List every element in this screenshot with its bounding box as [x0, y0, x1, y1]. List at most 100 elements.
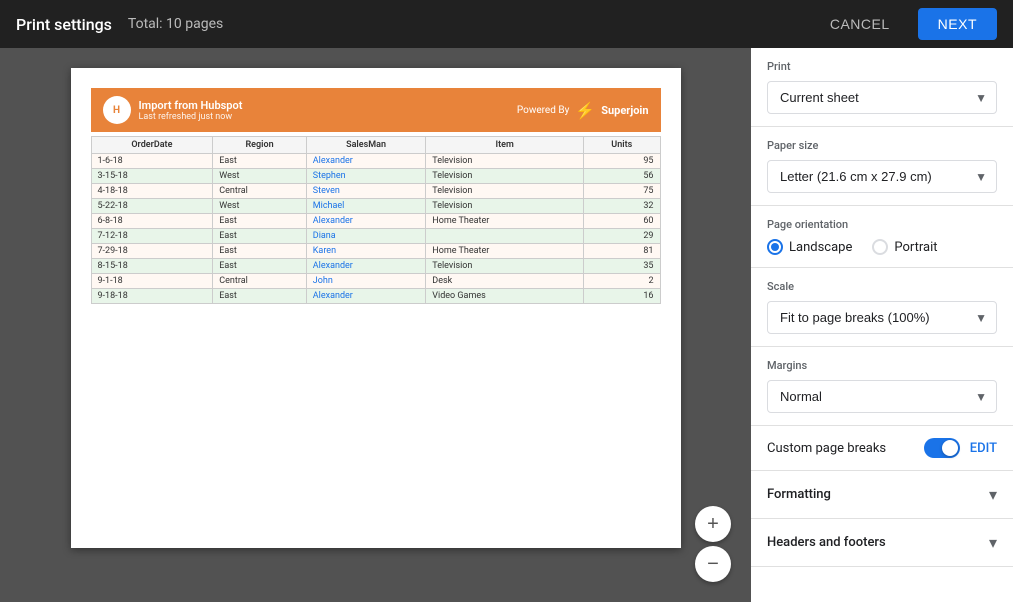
next-button[interactable]: NEXT [918, 8, 997, 40]
table-cell: West [213, 199, 307, 214]
print-label: Print [767, 60, 997, 73]
sheet-brand-info: Import from Hubspot Last refreshed just … [139, 99, 243, 122]
table-cell: Home Theater [426, 214, 584, 229]
paper-size-select-wrapper: Letter (21.6 cm x 27.9 cm) A4 (21 cm x 2… [767, 160, 997, 193]
page-subtitle: Total: 10 pages [128, 16, 223, 32]
table-cell: 2 [584, 274, 660, 289]
paper-size-section: Paper size Letter (21.6 cm x 27.9 cm) A4… [751, 127, 1013, 206]
headers-footers-title: Headers and footers [767, 535, 886, 550]
page-preview: H Import from Hubspot Last refreshed jus… [71, 68, 681, 548]
portrait-label: Portrait [894, 240, 937, 255]
table-cell: Video Games [426, 289, 584, 304]
table-cell: Desk [426, 274, 584, 289]
margins-section: Margins Normal Narrow Wide ▼ [751, 347, 1013, 426]
custom-page-breaks-row: Custom page breaks EDIT [751, 426, 1013, 471]
landscape-label: Landscape [789, 240, 852, 255]
margins-label: Margins [767, 359, 997, 372]
table-cell: 35 [584, 259, 660, 274]
landscape-radio[interactable] [767, 239, 783, 255]
sheet-brand: Import from Hubspot [139, 99, 243, 112]
table-cell: Home Theater [426, 244, 584, 259]
table-cell: 16 [584, 289, 660, 304]
table-cell: Alexander [306, 214, 426, 229]
col-units: Units [584, 137, 660, 154]
header: Print settings Total: 10 pages CANCEL NE… [0, 0, 1013, 48]
table-row: 9-18-18EastAlexanderVideo Games16 [91, 289, 660, 304]
table-cell: 9-18-18 [91, 289, 213, 304]
table-cell: 5-22-18 [91, 199, 213, 214]
table-cell: East [213, 214, 307, 229]
table-cell: Steven [306, 184, 426, 199]
table-cell: Alexander [306, 259, 426, 274]
margins-select[interactable]: Normal Narrow Wide [767, 380, 997, 413]
table-cell: Alexander [306, 289, 426, 304]
scale-select-wrapper: Fit to page breaks (100%) Fit to width F… [767, 301, 997, 334]
table-cell: Television [426, 169, 584, 184]
table-cell: East [213, 154, 307, 169]
table-cell [426, 229, 584, 244]
sheet-icon: H [103, 96, 131, 124]
headers-footers-arrow: ▾ [989, 533, 997, 552]
table-cell: 95 [584, 154, 660, 169]
table-cell: 6-8-18 [91, 214, 213, 229]
table-header: OrderDate Region SalesMan Item Units [91, 137, 660, 154]
zoom-out-button[interactable]: − [695, 546, 731, 582]
formatting-header[interactable]: Formatting ▾ [751, 471, 1013, 518]
table-header-row: OrderDate Region SalesMan Item Units [91, 137, 660, 154]
scale-select[interactable]: Fit to page breaks (100%) Fit to width F… [767, 301, 997, 334]
cancel-button[interactable]: CANCEL [818, 8, 902, 40]
orientation-section: Page orientation Landscape Portrait [751, 206, 1013, 268]
landscape-option[interactable]: Landscape [767, 239, 852, 255]
data-table: OrderDate Region SalesMan Item Units 1-6… [91, 136, 661, 304]
orientation-group: Landscape Portrait [767, 239, 997, 255]
orientation-label: Page orientation [767, 218, 997, 231]
table-cell: 9-1-18 [91, 274, 213, 289]
settings-panel: Print Current sheet All sheets Selected … [751, 48, 1013, 602]
table-cell: Karen [306, 244, 426, 259]
custom-page-breaks-label: Custom page breaks [767, 441, 886, 456]
edit-link[interactable]: EDIT [970, 441, 997, 456]
table-cell: East [213, 259, 307, 274]
table-cell: 75 [584, 184, 660, 199]
table-cell: Michael [306, 199, 426, 214]
table-cell: Television [426, 154, 584, 169]
preview-area: H Import from Hubspot Last refreshed jus… [0, 48, 751, 602]
table-cell: 1-6-18 [91, 154, 213, 169]
formatting-title: Formatting [767, 487, 831, 502]
sheet-refresh: Last refreshed just now [139, 112, 243, 122]
scale-section: Scale Fit to page breaks (100%) Fit to w… [751, 268, 1013, 347]
custom-page-breaks-toggle[interactable] [924, 438, 960, 458]
sheet-header-right: Powered By ⚡ Superjoin [517, 101, 649, 120]
table-cell: 8-15-18 [91, 259, 213, 274]
formatting-section: Formatting ▾ [751, 471, 1013, 519]
paper-size-label: Paper size [767, 139, 997, 152]
table-cell: 7-12-18 [91, 229, 213, 244]
table-cell: Alexander [306, 154, 426, 169]
table-row: 7-29-18EastKarenHome Theater81 [91, 244, 660, 259]
toggle-knob [942, 440, 958, 456]
print-select[interactable]: Current sheet All sheets Selected cells [767, 81, 997, 114]
table-cell: 7-29-18 [91, 244, 213, 259]
print-select-wrapper: Current sheet All sheets Selected cells … [767, 81, 997, 114]
col-region: Region [213, 137, 307, 154]
table-row: 6-8-18EastAlexanderHome Theater60 [91, 214, 660, 229]
headers-footers-section: Headers and footers ▾ [751, 519, 1013, 567]
table-cell: 29 [584, 229, 660, 244]
table-row: 7-12-18EastDiana29 [91, 229, 660, 244]
table-row: 9-1-18CentralJohnDesk2 [91, 274, 660, 289]
table-row: 8-15-18EastAlexanderTelevision35 [91, 259, 660, 274]
table-cell: Central [213, 274, 307, 289]
zoom-controls: + − [695, 506, 731, 582]
table-row: 3-15-18WestStephenTelevision56 [91, 169, 660, 184]
portrait-option[interactable]: Portrait [872, 239, 937, 255]
table-cell: 60 [584, 214, 660, 229]
col-salesman: SalesMan [306, 137, 426, 154]
table-cell: Television [426, 184, 584, 199]
portrait-radio[interactable] [872, 239, 888, 255]
zoom-in-button[interactable]: + [695, 506, 731, 542]
headers-footers-header[interactable]: Headers and footers ▾ [751, 519, 1013, 566]
paper-size-select[interactable]: Letter (21.6 cm x 27.9 cm) A4 (21 cm x 2… [767, 160, 997, 193]
toggle-right: EDIT [924, 438, 997, 458]
table-row: 1-6-18EastAlexanderTelevision95 [91, 154, 660, 169]
table-cell: Diana [306, 229, 426, 244]
